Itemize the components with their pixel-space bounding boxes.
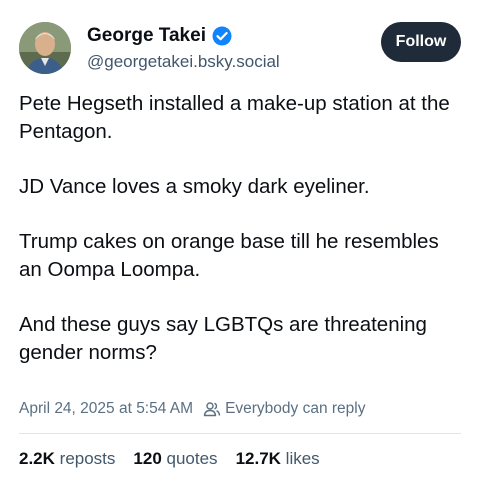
quotes-count: 120: [133, 449, 162, 468]
likes-label: likes: [285, 449, 320, 468]
post-text: Pete Hegseth installed a make-up station…: [19, 90, 464, 394]
people-icon: [203, 402, 221, 417]
avatar[interactable]: [19, 22, 71, 74]
quotes-stat[interactable]: 120 quotes: [133, 447, 217, 471]
quotes-label: quotes: [166, 449, 218, 468]
reposts-stat[interactable]: 2.2K reposts: [19, 447, 115, 471]
reposts-count: 2.2K: [19, 449, 55, 468]
post-meta: April 24, 2025 at 5:54 AM Everybody can …: [19, 398, 366, 420]
post-paragraph: JD Vance loves a smoky dark eyeliner.: [19, 175, 370, 198]
avatar-photo: [19, 22, 71, 74]
post-paragraph: Pete Hegseth installed a make-up station…: [19, 92, 450, 143]
follow-button[interactable]: Follow: [381, 22, 461, 62]
divider: [19, 433, 461, 434]
verified-check-icon: [212, 26, 232, 46]
author-display-name[interactable]: George Takei: [87, 24, 206, 48]
post-paragraph: Trump cakes on orange base till he resem…: [19, 230, 439, 281]
post-paragraph: And these guys say LGBTQs are threatenin…: [19, 313, 427, 364]
post-timestamp[interactable]: April 24, 2025 at 5:54 AM: [19, 398, 193, 420]
author-name[interactable]: George Takei: [87, 24, 232, 48]
reply-setting: Everybody can reply: [225, 400, 366, 417]
likes-stat[interactable]: 12.7K likes: [236, 447, 320, 471]
likes-count: 12.7K: [235, 449, 281, 468]
author-handle[interactable]: @georgetakei.bsky.social: [87, 51, 280, 73]
post-card: George Takei @georgetakei.bsky.social Fo…: [0, 0, 480, 480]
post-stats: 2.2K reposts 120 quotes 12.7K likes: [19, 447, 320, 471]
reposts-label: reposts: [59, 449, 116, 468]
